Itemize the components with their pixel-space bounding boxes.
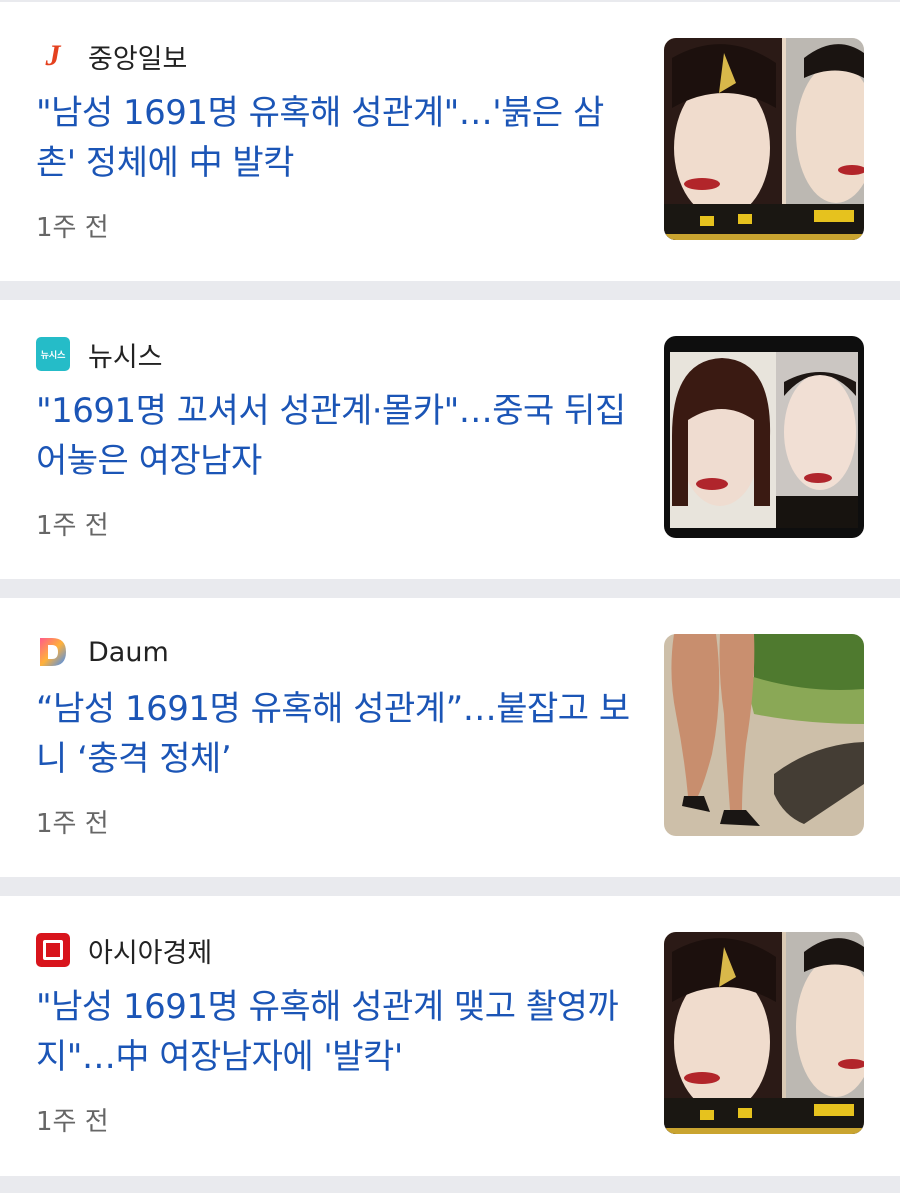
thumbnail-two-faces <box>664 38 864 240</box>
published-time: 1주 전 <box>36 213 109 243</box>
news-source[interactable]: 아시아경제 <box>36 932 213 969</box>
headline-link[interactable]: “남성 1691명 유혹해 성관계”…붙잡고 보니 ‘충격 정체’ <box>36 684 636 784</box>
published-time: 1주 전 <box>36 511 109 541</box>
source-name: Daum <box>88 636 169 668</box>
published-time: 1주 전 <box>36 1107 109 1137</box>
headline-link[interactable]: "남성 1691명 유혹해 성관계 맺고 촬영까지"…中 여장남자에 '발칵' <box>36 982 636 1082</box>
headline-link[interactable]: "1691명 꼬셔서 성관계·몰카"…중국 뒤집어놓은 여장남자 <box>36 386 636 486</box>
asiae-logo-icon <box>36 933 70 967</box>
thumbnail-legs-heels <box>664 634 864 836</box>
news-card[interactable]: 뉴시스 뉴시스 "1691명 꼬셔서 성관계·몰카"…중국 뒤집어놓은 여장남자… <box>0 300 900 579</box>
thumbnail-image[interactable] <box>664 634 864 836</box>
news-source[interactable]: Daum <box>36 634 169 670</box>
thumbnail-image[interactable] <box>664 932 864 1134</box>
news-card[interactable]: Daum “남성 1691명 유혹해 성관계”…붙잡고 보니 ‘충격 정체’ 1… <box>0 598 900 877</box>
thumbnail-image[interactable] <box>664 336 864 538</box>
source-name: 중앙일보 <box>88 43 188 75</box>
source-name: 뉴시스 <box>88 341 163 373</box>
thumbnail-two-faces <box>664 336 864 538</box>
news-feed: J 중앙일보 "남성 1691명 유혹해 성관계"…'붉은 삼촌' 정체에 中 … <box>0 0 900 1176</box>
news-source[interactable]: 뉴시스 뉴시스 <box>36 336 163 373</box>
headline-link[interactable]: "남성 1691명 유혹해 성관계"…'붉은 삼촌' 정체에 中 발칵 <box>36 88 636 188</box>
newsis-logo-text: 뉴시스 <box>40 350 66 361</box>
newsis-logo-icon: 뉴시스 <box>36 337 70 371</box>
daum-logo-icon <box>36 635 70 669</box>
thumbnail-two-faces <box>664 932 864 1134</box>
published-time: 1주 전 <box>36 809 109 839</box>
joongang-logo-icon: J <box>45 39 61 72</box>
source-name: 아시아경제 <box>88 937 213 969</box>
news-source[interactable]: J 중앙일보 <box>36 38 188 75</box>
news-card[interactable]: J 중앙일보 "남성 1691명 유혹해 성관계"…'붉은 삼촌' 정체에 中 … <box>0 2 900 281</box>
thumbnail-image[interactable] <box>664 38 864 240</box>
news-card[interactable]: 아시아경제 "남성 1691명 유혹해 성관계 맺고 촬영까지"…中 여장남자에… <box>0 896 900 1176</box>
